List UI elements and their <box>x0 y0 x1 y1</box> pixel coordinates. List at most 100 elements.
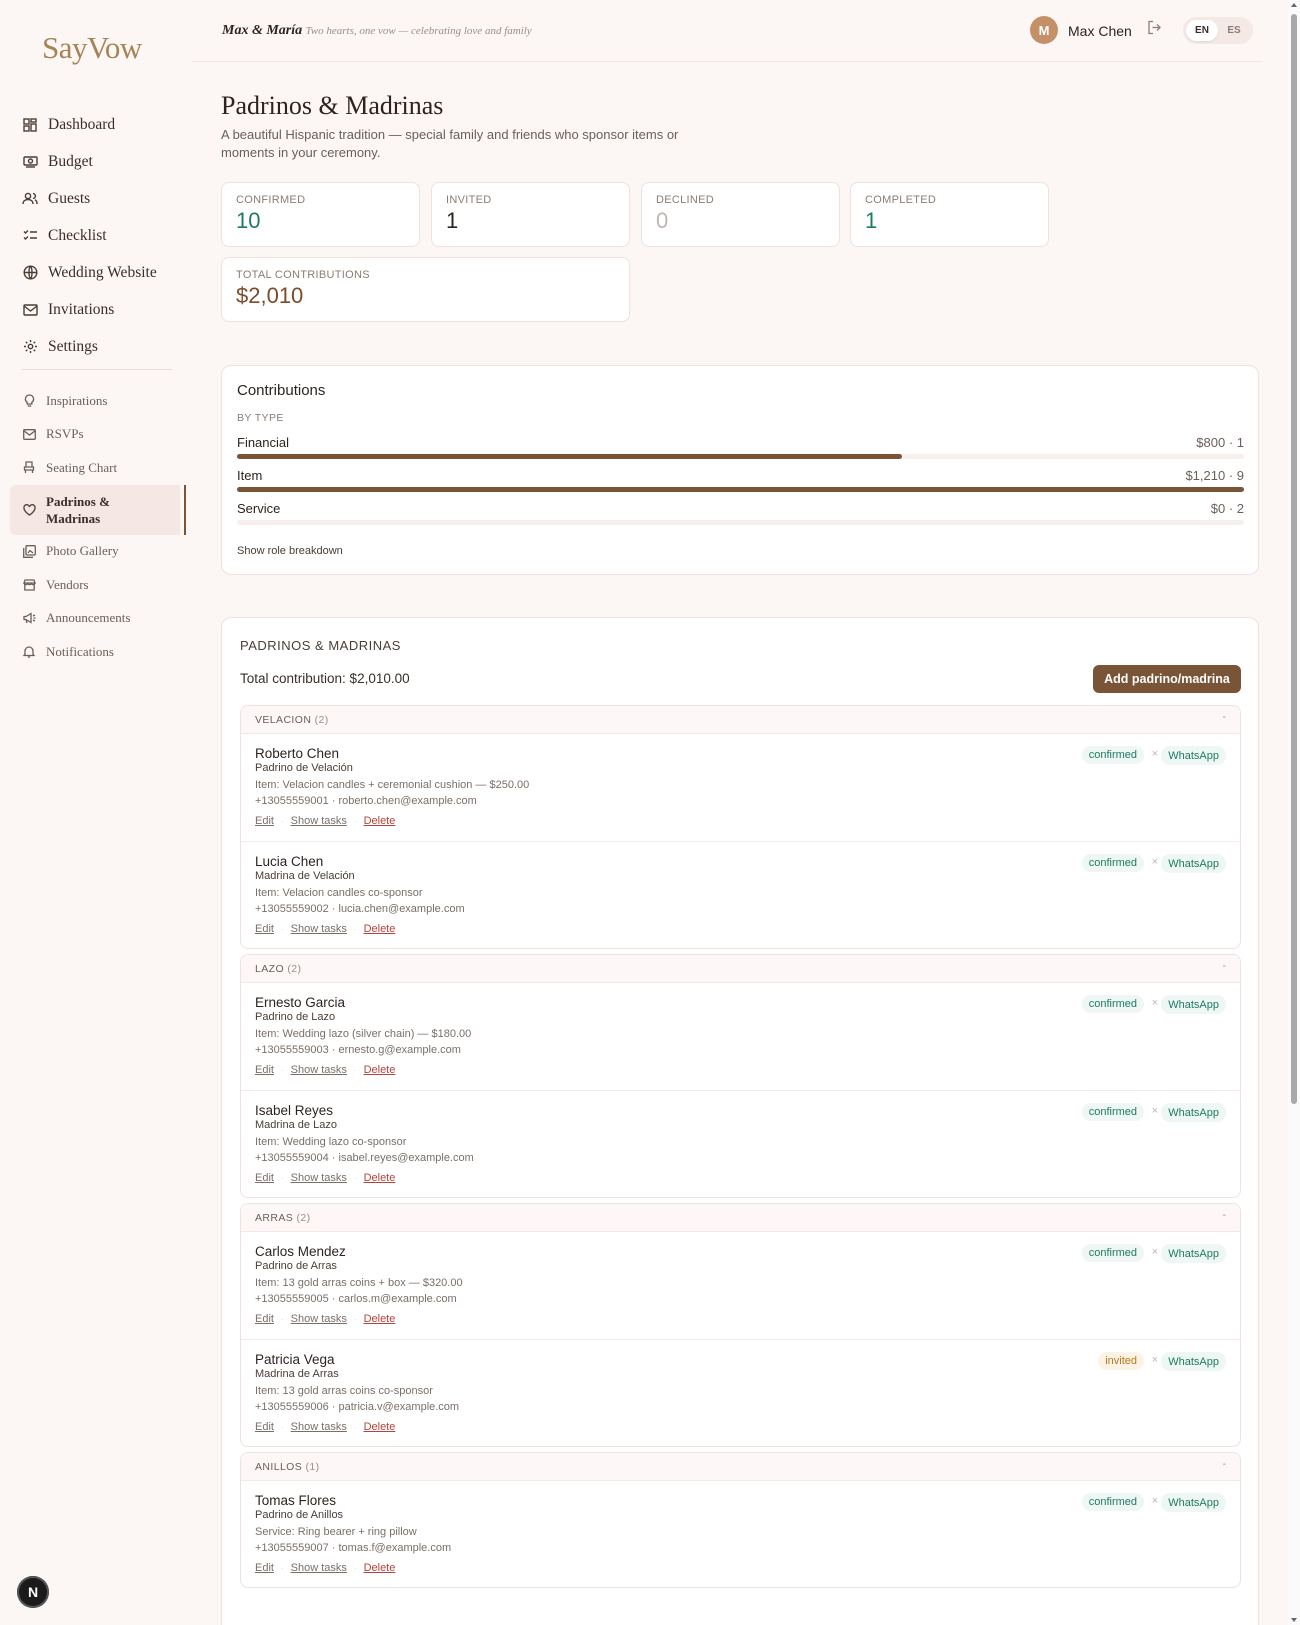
delete-link[interactable]: Delete <box>364 1421 396 1435</box>
separator: · <box>280 1564 284 1573</box>
scroll-up-arrow[interactable] <box>1291 3 1297 7</box>
edit-link[interactable]: Edit <box>255 1313 274 1327</box>
separator: · <box>353 1174 357 1183</box>
whatsapp-button[interactable]: WhatsApp <box>1161 746 1226 765</box>
sidebar-item-inspirations[interactable]: Inspirations <box>22 384 182 418</box>
group-label: VELACION (2) <box>255 714 329 726</box>
show-tasks-link[interactable]: Show tasks <box>291 815 347 829</box>
page-scrollbar[interactable] <box>1288 0 1300 1625</box>
status-badge[interactable]: confirmed <box>1081 1244 1144 1262</box>
sidebar-item-padrinos-madrinas[interactable]: Padrinos & Madrinas <box>10 484 186 535</box>
show-tasks-link[interactable]: Show tasks <box>291 923 347 937</box>
whatsapp-button[interactable]: WhatsApp <box>1161 854 1226 873</box>
stat-declined: DECLINED 0 <box>641 182 840 247</box>
sidebar-item-rsvps[interactable]: RSVPs <box>22 418 182 452</box>
app-logo[interactable]: SayVow <box>42 30 142 66</box>
show-tasks-link[interactable]: Show tasks <box>291 1421 347 1435</box>
sidebar-item-budget[interactable]: Budget <box>22 143 182 180</box>
tagline: · Two hearts, one vow — celebrating love… <box>300 25 532 37</box>
whatsapp-button[interactable]: WhatsApp <box>1161 1493 1226 1512</box>
collapse-toggle[interactable]: - <box>1223 1210 1226 1221</box>
separator: · <box>353 1066 357 1075</box>
delete-link[interactable]: Delete <box>364 1172 396 1186</box>
whatsapp-button[interactable]: WhatsApp <box>1161 1244 1226 1263</box>
group-header[interactable]: LAZO (2) - <box>241 955 1240 983</box>
scroll-down-arrow[interactable] <box>1291 1618 1297 1622</box>
clear-status-icon[interactable]: × <box>1152 1105 1158 1117</box>
collapse-toggle[interactable]: - <box>1223 1459 1226 1470</box>
clear-status-icon[interactable]: × <box>1152 997 1158 1009</box>
scrollbar-thumb[interactable] <box>1291 14 1297 1104</box>
show-tasks-link[interactable]: Show tasks <box>291 1064 347 1078</box>
mail-icon <box>22 427 36 441</box>
sidebar-item-wedding-website[interactable]: Wedding Website <box>22 254 182 291</box>
group-header[interactable]: ANILLOS (1) - <box>241 1453 1240 1481</box>
avatar[interactable]: M <box>1030 16 1058 44</box>
sidebar-item-announcements[interactable]: Announcements <box>22 602 182 636</box>
whatsapp-button[interactable]: WhatsApp <box>1161 1352 1226 1371</box>
edit-link[interactable]: Edit <box>255 1562 274 1576</box>
sidebar-item-invitations[interactable]: Invitations <box>22 291 182 328</box>
edit-link[interactable]: Edit <box>255 1421 274 1435</box>
add-padrino-button[interactable]: Add padrino/madrina <box>1093 665 1241 693</box>
padrino-role: Madrina de Lazo <box>255 1119 337 1131</box>
clear-status-icon[interactable]: × <box>1152 856 1158 868</box>
padrino-role: Padrino de Anillos <box>255 1509 344 1521</box>
sidebar-item-checklist[interactable]: Checklist <box>22 217 182 254</box>
status-badge[interactable]: invited <box>1098 1352 1144 1370</box>
delete-link[interactable]: Delete <box>364 1064 396 1078</box>
by-type-label: BY TYPE <box>237 412 284 424</box>
sidebar-item-seating-chart[interactable]: Seating Chart <box>22 451 182 485</box>
padrino-entry: Tomas Flores Padrino de Anillos Service: R… <box>241 1481 1240 1589</box>
collapse-toggle[interactable]: - <box>1223 712 1226 723</box>
show-tasks-link[interactable]: Show tasks <box>291 1172 347 1186</box>
logout-icon[interactable] <box>1147 20 1163 36</box>
clear-status-icon[interactable]: × <box>1152 1354 1158 1366</box>
status-badge[interactable]: confirmed <box>1081 1493 1144 1511</box>
status-badge[interactable]: confirmed <box>1081 746 1144 764</box>
stat-label: DECLINED <box>656 194 715 206</box>
group-name: LAZO <box>255 963 285 975</box>
whatsapp-button[interactable]: WhatsApp <box>1161 1103 1226 1122</box>
show-role-breakdown-button[interactable]: Show role breakdown <box>237 545 343 557</box>
whatsapp-button[interactable]: WhatsApp <box>1161 995 1226 1014</box>
group-count: (2) <box>296 1212 311 1224</box>
lang-en-button[interactable]: EN <box>1186 20 1218 41</box>
clear-status-icon[interactable]: × <box>1152 748 1158 760</box>
edit-link[interactable]: Edit <box>255 1064 274 1078</box>
sidebar-item-guests[interactable]: Guests <box>22 180 182 217</box>
sidebar-item-settings[interactable]: Settings <box>22 328 182 365</box>
dev-tools-badge[interactable]: N <box>17 1576 49 1608</box>
user-name[interactable]: Max Chen <box>1068 23 1132 39</box>
sidebar-item-dashboard[interactable]: Dashboard <box>22 106 182 143</box>
status-badge[interactable]: confirmed <box>1081 854 1144 872</box>
status-badge[interactable]: confirmed <box>1081 995 1144 1013</box>
checklist-icon <box>22 228 38 244</box>
gallery-icon <box>22 544 36 558</box>
edit-link[interactable]: Edit <box>255 923 274 937</box>
delete-link[interactable]: Delete <box>364 815 396 829</box>
show-tasks-link[interactable]: Show tasks <box>291 1313 347 1327</box>
status-badge[interactable]: confirmed <box>1081 1103 1144 1121</box>
show-tasks-link[interactable]: Show tasks <box>291 1562 347 1576</box>
sidebar-item-photo-gallery[interactable]: Photo Gallery <box>22 535 182 569</box>
group-header[interactable]: VELACION (2) - <box>241 706 1240 734</box>
clear-status-icon[interactable]: × <box>1152 1246 1158 1258</box>
collapse-toggle[interactable]: - <box>1223 961 1226 972</box>
padrino-contribution: Item: Velacion candles co-sponsor <box>255 887 423 899</box>
edit-link[interactable]: Edit <box>255 1172 274 1186</box>
sidebar-divider <box>22 369 172 370</box>
group-header[interactable]: ARRAS (2) - <box>241 1204 1240 1232</box>
lang-es-button[interactable]: ES <box>1218 20 1250 41</box>
delete-link[interactable]: Delete <box>364 1313 396 1327</box>
list-heading: PADRINOS & MADRINAS <box>240 638 401 653</box>
delete-link[interactable]: Delete <box>364 923 396 937</box>
edit-link[interactable]: Edit <box>255 815 274 829</box>
delete-link[interactable]: Delete <box>364 1562 396 1576</box>
group-count: (2) <box>314 714 329 726</box>
separator: · <box>353 817 357 826</box>
couple-names: Max & María <box>222 23 303 38</box>
sidebar-item-notifications[interactable]: Notifications <box>22 635 182 669</box>
clear-status-icon[interactable]: × <box>1152 1495 1158 1507</box>
sidebar-item-vendors[interactable]: Vendors <box>22 568 182 602</box>
